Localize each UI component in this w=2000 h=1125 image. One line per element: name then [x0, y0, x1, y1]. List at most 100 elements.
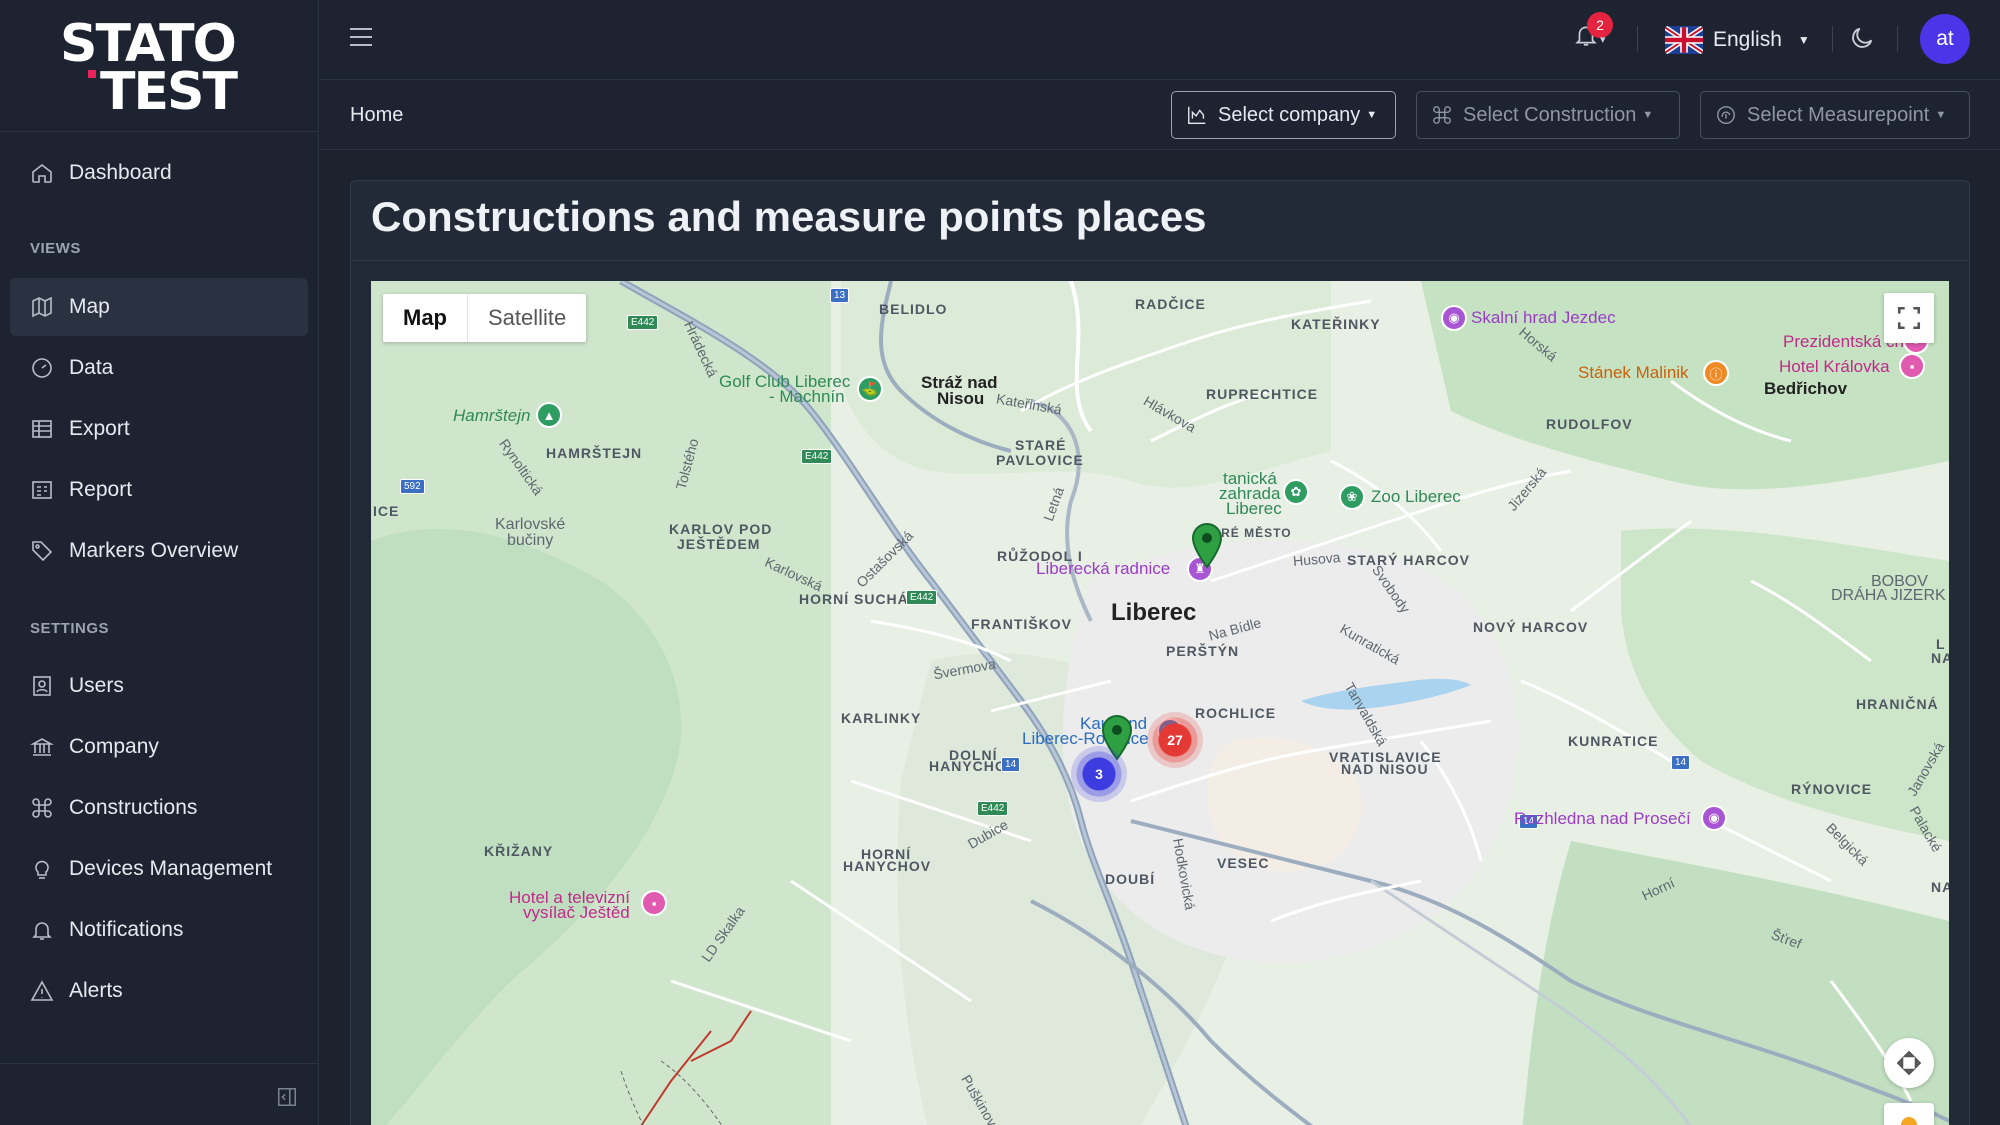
camera-icon[interactable]: ◉ — [1701, 805, 1727, 831]
poi-label[interactable]: Hotel Královka — [1779, 357, 1890, 377]
sidebar-item-constructions[interactable]: Constructions — [10, 779, 308, 837]
sidebar-item-devices-management[interactable]: Devices Management — [10, 840, 308, 898]
map-label: NAD NISOU — [1341, 761, 1429, 777]
alert-triangle-icon — [30, 980, 54, 1001]
poi-label[interactable]: Zoo Liberec — [1371, 487, 1461, 507]
fingerprint-icon — [1717, 106, 1735, 124]
users-icon — [33, 676, 51, 696]
food-icon[interactable]: ⓘ — [1703, 360, 1729, 386]
map-type-map-button[interactable]: Map — [383, 294, 468, 342]
map-label: RUDOLFOV — [1546, 416, 1633, 432]
poi-label[interactable]: Liberec — [1226, 499, 1282, 519]
fullscreen-icon — [1897, 306, 1921, 330]
uk-flag-icon — [1665, 26, 1703, 54]
bed-icon[interactable]: ▪ — [641, 890, 667, 916]
collapse-sidebar-button[interactable] — [276, 1086, 298, 1108]
poi-label[interactable]: Rozhledna nad Prosečí — [1514, 809, 1691, 829]
map-label: KUNRATICE — [1568, 733, 1659, 749]
select-construction-dropdown[interactable]: Select Construction ▼ — [1416, 91, 1680, 139]
map-label: FRANTIŠKOV — [971, 616, 1072, 632]
road-shield: 592 — [400, 479, 425, 494]
sidebar-item-label: Notifications — [69, 918, 184, 941]
road-shield: E442 — [977, 801, 1009, 816]
hamburger-line — [350, 44, 372, 46]
menu-toggle-button[interactable] — [350, 28, 372, 50]
sidebar-item-report[interactable]: Report — [10, 461, 308, 519]
hamburger-line — [350, 28, 372, 30]
sidebar-item-label: Constructions — [69, 796, 198, 819]
map-label: RADČICE — [1135, 296, 1206, 312]
construction-marker[interactable] — [1189, 521, 1225, 569]
chevron-down-icon: ▼ — [1642, 109, 1654, 121]
sidebar-item-map[interactable]: Map — [10, 278, 308, 336]
sidebar-item-alerts[interactable]: Alerts — [10, 962, 308, 1020]
cluster-count: 3 — [1095, 766, 1103, 782]
map-type-satellite-button[interactable]: Satellite — [468, 294, 586, 342]
chart-icon — [1188, 106, 1206, 124]
select-company-dropdown[interactable]: Select company ▼ — [1171, 91, 1396, 139]
map-type-switch: Map Satellite — [383, 294, 587, 342]
command-icon — [32, 798, 52, 818]
moon-icon — [1852, 27, 1873, 48]
sidebar-item-dashboard[interactable]: Dashboard — [10, 144, 308, 202]
tag-icon — [32, 541, 53, 562]
map-label: STARÝ HARCOV — [1347, 552, 1470, 568]
fullscreen-button[interactable] — [1884, 293, 1934, 343]
camera-icon[interactable]: ◉ — [1441, 305, 1467, 331]
map-view[interactable]: BELIDLO RADČICE KATEŘINKY RUPRECHTICE RU… — [371, 281, 1949, 1125]
pegman-icon — [1901, 1117, 1917, 1125]
chevron-down-icon: ▼ — [1366, 109, 1378, 121]
building-icon — [30, 738, 54, 756]
golf-icon[interactable]: ⛳ — [857, 376, 883, 402]
poi-label[interactable]: Hamrštejn — [453, 406, 530, 426]
poi-label[interactable]: Skalní hrad Jezdec — [1471, 308, 1616, 328]
camera-control-button[interactable] — [1884, 1038, 1934, 1088]
command-icon — [1433, 106, 1451, 124]
road-shield: E442 — [627, 315, 659, 330]
paw-icon[interactable]: ❀ — [1339, 484, 1365, 510]
road-shield: 13 — [830, 288, 850, 303]
app-root: STATO TEST Dashboard VIEWS Map Data Expo… — [0, 0, 2000, 1125]
select-measurepoint-dropdown[interactable]: Select Measurepoint ▼ — [1700, 91, 1970, 139]
map-label: Bedřichov — [1764, 379, 1848, 398]
sidebar-item-notifications[interactable]: Notifications — [10, 901, 308, 959]
tree-icon[interactable]: ▲ — [536, 402, 562, 428]
sidebar-item-label: Users — [69, 674, 124, 697]
divider — [1637, 26, 1638, 52]
street-view-pegman[interactable] — [1884, 1103, 1934, 1125]
section-settings: SETTINGS — [30, 620, 110, 637]
sidebar-item-users[interactable]: Users — [10, 657, 308, 715]
select-company-label: Select company — [1218, 103, 1361, 126]
map-label: DRÁHA JIZERK — [1831, 587, 1946, 604]
poi-label[interactable]: Liberecká radnice — [1036, 559, 1170, 579]
marker-cluster[interactable]: 3 — [1071, 746, 1127, 802]
sidebar-item-company[interactable]: Company — [10, 718, 308, 776]
map-label: ROCHLICE — [1195, 705, 1277, 721]
sidebar-item-markers-overview[interactable]: Markers Overview — [10, 522, 308, 580]
select-measurepoint-label: Select Measurepoint — [1747, 103, 1930, 126]
map-label: PERŠTÝN — [1166, 643, 1240, 659]
notifications-button[interactable]: 2 ▾ — [1573, 12, 1613, 56]
flower-icon[interactable]: ✿ — [1283, 479, 1309, 505]
breadcrumb[interactable]: Home — [350, 104, 403, 127]
poi-label[interactable]: Stánek Malinik — [1578, 363, 1689, 383]
collapse-icon — [278, 1088, 296, 1106]
bed-icon[interactable]: ▪ — [1899, 353, 1925, 379]
logo[interactable]: STATO TEST — [0, 0, 319, 132]
chevron-down-icon: ▼ — [1797, 33, 1810, 47]
sidebar-item-label: Markers Overview — [69, 539, 239, 562]
poi-label[interactable]: - Machnín — [769, 387, 845, 407]
map-label: RUPRECHTICE — [1206, 386, 1319, 402]
map-label: HRANIČNÁ — [1856, 696, 1939, 712]
poi-label[interactable]: vysílač Ještěd — [523, 903, 630, 923]
theme-toggle-button[interactable] — [1848, 24, 1876, 52]
sidebar-item-label: Export — [69, 417, 130, 440]
map-label: HAMRŠTEJN — [546, 445, 643, 461]
page-title: Constructions and measure points places — [371, 193, 1207, 240]
sidebar-item-data[interactable]: Data — [10, 339, 308, 397]
sidebar-item-export[interactable]: Export — [10, 400, 308, 458]
avatar[interactable]: at — [1920, 14, 1970, 64]
marker-cluster[interactable]: 27 — [1147, 712, 1203, 768]
bulb-icon — [35, 860, 49, 879]
language-selector[interactable]: English ▼ — [1665, 22, 1810, 58]
